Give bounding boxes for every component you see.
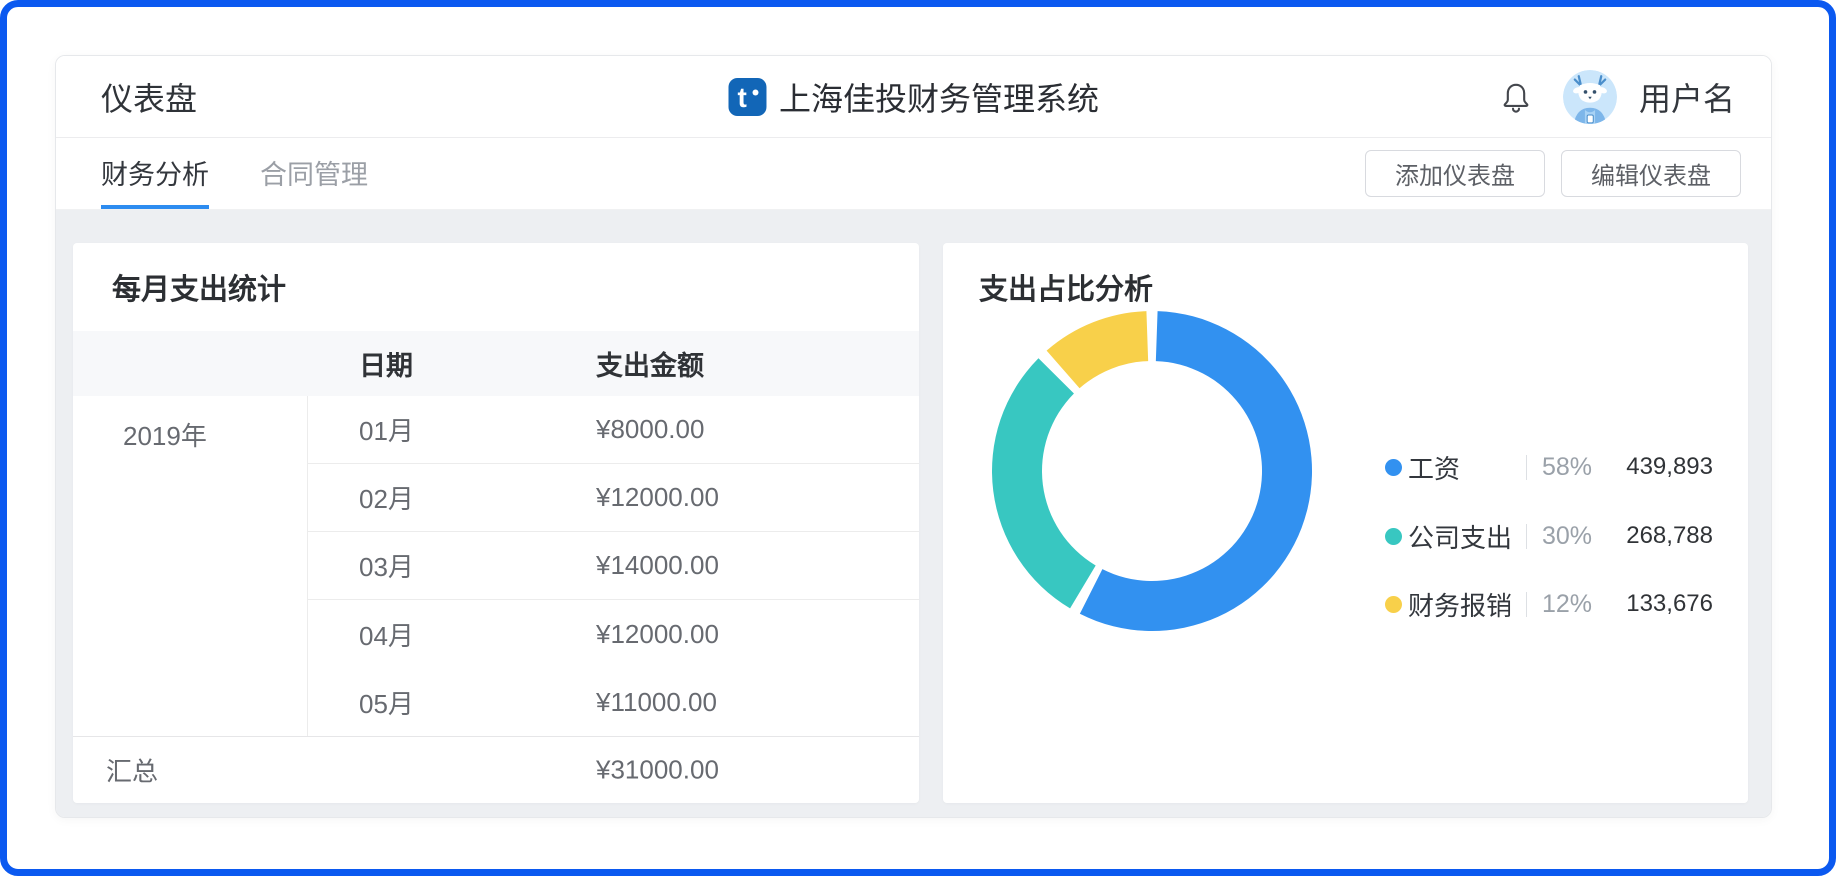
legend-item-salary[interactable]: 工资 58% 439,893	[1385, 448, 1713, 486]
expense-table-body: 2019年 01月 ¥8000.00 02月 ¥12000.00 03月 ¥14…	[73, 396, 919, 736]
legend-item-company-expense[interactable]: 公司支出 30% 268,788	[1385, 517, 1713, 555]
toolbar: 添加仪表盘 编辑仪表盘	[1365, 138, 1741, 209]
legend-value: 133,676	[1626, 590, 1713, 618]
table-row: 01月 ¥8000.00	[308, 396, 919, 464]
expense-table-header: 日期 支出金额	[73, 331, 919, 396]
tab-bar: 财务分析 合同管理 添加仪表盘 编辑仪表盘	[56, 138, 1771, 210]
donut-chart	[982, 301, 1322, 641]
table-row: 04月 ¥12000.00	[308, 600, 919, 668]
page-title: 仪表盘	[101, 74, 197, 120]
summary-label: 汇总	[106, 752, 158, 789]
legend-label: 公司支出	[1408, 518, 1526, 555]
header-right: 用户名	[1499, 70, 1735, 124]
amount-cell: ¥12000.00	[596, 482, 719, 513]
card-title: 每月支出统计	[112, 266, 286, 308]
table-row: 05月 ¥11000.00	[308, 668, 919, 736]
legend-percent: 58%	[1542, 453, 1612, 482]
add-dashboard-button[interactable]: 添加仪表盘	[1365, 150, 1545, 197]
legend-value: 268,788	[1626, 522, 1713, 550]
date-column-header: 日期	[359, 344, 596, 383]
brand: t 上海佳投财务管理系统	[728, 56, 1099, 137]
edit-dashboard-button[interactable]: 编辑仪表盘	[1561, 150, 1741, 197]
username[interactable]: 用户名	[1639, 74, 1735, 120]
legend-label: 财务报销	[1408, 586, 1526, 623]
donut-segment-公司支出[interactable]	[992, 358, 1096, 608]
legend-percent: 12%	[1542, 590, 1612, 619]
app-logo-icon: t	[728, 78, 766, 116]
app-window: 仪表盘 t 上海佳投财务管理系统	[55, 55, 1772, 818]
tabs: 财务分析 合同管理	[101, 138, 419, 209]
month-cell: 03月	[359, 547, 596, 584]
year-cell: 2019年	[73, 396, 308, 736]
legend-dot	[1385, 459, 1402, 476]
table-row: 03月 ¥14000.00	[308, 532, 919, 600]
logo-glyph: t	[737, 82, 746, 113]
legend-dot	[1385, 596, 1402, 613]
legend-percent: 30%	[1542, 522, 1612, 551]
legend-divider	[1526, 524, 1527, 549]
legend-divider	[1526, 455, 1527, 480]
dashboard-content: 每月支出统计 日期 支出金额 2019年 01月 ¥8000.00 02月 ¥1…	[56, 210, 1771, 818]
amount-cell: ¥11000.00	[596, 687, 717, 718]
amount-cell: ¥8000.00	[596, 414, 704, 445]
summary-row: 汇总 ¥31000.00	[73, 736, 919, 803]
amount-column-header: 支出金额	[596, 344, 704, 383]
summary-amount: ¥31000.00	[596, 755, 719, 786]
bell-icon[interactable]	[1499, 80, 1533, 114]
legend-value: 439,893	[1626, 453, 1713, 481]
deer-avatar-icon	[1563, 70, 1617, 124]
month-cell: 04月	[359, 616, 596, 653]
tab-contract-management[interactable]: 合同管理	[260, 138, 368, 209]
table-row: 02月 ¥12000.00	[308, 464, 919, 532]
month-cell: 05月	[359, 684, 596, 721]
tab-financial-analysis[interactable]: 财务分析	[101, 138, 209, 209]
legend-label: 工资	[1408, 449, 1526, 486]
amount-cell: ¥12000.00	[596, 619, 719, 650]
month-rows: 01月 ¥8000.00 02月 ¥12000.00 03月 ¥14000.00…	[308, 396, 919, 736]
legend-divider	[1526, 592, 1527, 617]
avatar[interactable]	[1563, 70, 1617, 124]
tab-label: 合同管理	[260, 153, 368, 192]
donut-segment-财务报销[interactable]	[1047, 311, 1149, 388]
amount-cell: ¥14000.00	[596, 550, 719, 581]
app-title: 上海佳投财务管理系统	[779, 74, 1099, 120]
app-header: 仪表盘 t 上海佳投财务管理系统	[56, 56, 1771, 138]
legend-dot	[1385, 528, 1402, 545]
tab-label: 财务分析	[101, 153, 209, 192]
legend-item-reimbursement[interactable]: 财务报销 12% 133,676	[1385, 585, 1713, 623]
month-cell: 01月	[359, 411, 596, 448]
monthly-expense-card: 每月支出统计 日期 支出金额 2019年 01月 ¥8000.00 02月 ¥1…	[73, 243, 919, 803]
month-cell: 02月	[359, 479, 596, 516]
expense-ratio-card: 支出占比分析 工资 58% 439,893 公司支出 30% 268,788 财…	[943, 243, 1748, 803]
